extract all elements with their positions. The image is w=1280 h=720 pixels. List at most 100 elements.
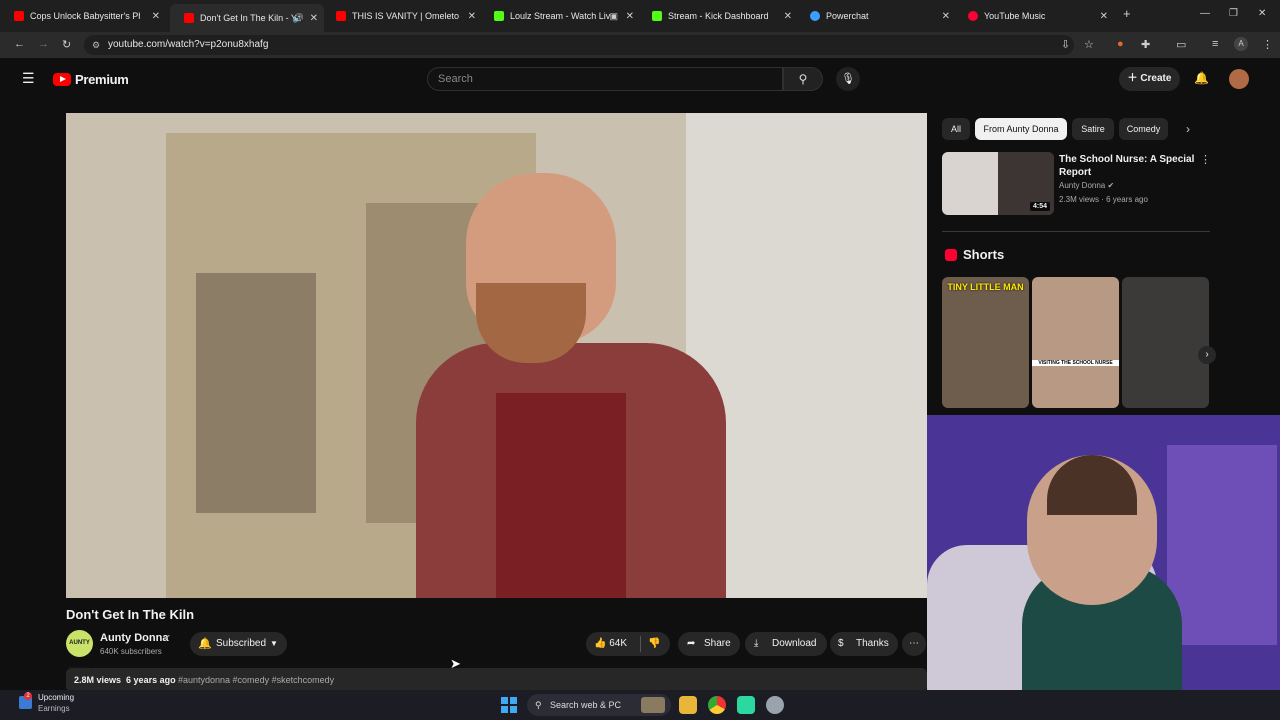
youtube-premium-logo[interactable]: Premium <box>53 72 129 87</box>
audio-playing-icon[interactable]: 🔊 <box>293 13 304 24</box>
create-button[interactable]: ＋ Create <box>1119 67 1180 91</box>
app-icon[interactable] <box>737 696 755 714</box>
recommended-channel[interactable]: Aunty Donna ✔ <box>1059 181 1114 190</box>
like-button[interactable]: 👍 64K <box>594 632 627 656</box>
video-player[interactable] <box>66 113 927 598</box>
hamburger-menu-icon[interactable]: ☰ <box>22 70 35 87</box>
short-card[interactable] <box>1122 277 1209 408</box>
tab-title: Don't Get In The Kiln - YouTube <box>200 13 300 23</box>
taskbar-search-label: Search web & PC <box>550 700 622 710</box>
sidebar-icon[interactable]: ▭ <box>1176 38 1186 51</box>
youtube-favicon-icon <box>336 11 346 21</box>
divider <box>942 231 1210 232</box>
taskbar-search[interactable]: ⚲ Search web & PC <box>527 694 671 716</box>
close-tab-icon[interactable]: ✕ <box>784 11 792 22</box>
site-info-icon[interactable]: ⚙ <box>92 35 100 55</box>
chrome-icon[interactable] <box>708 696 726 714</box>
thanks-label: Thanks <box>856 638 889 649</box>
browser-tab[interactable]: Stream - Kick Dashboard ✕ <box>638 4 798 28</box>
cast-icon: ▣ <box>609 10 618 21</box>
more-horizontal-icon: ⋯ <box>909 638 919 649</box>
bell-icon: 🔔 <box>198 638 212 650</box>
tab-title: Cops Unlock Babysitter's Phone <box>30 11 140 21</box>
more-actions-button[interactable]: ⋯ <box>902 632 926 656</box>
account-avatar[interactable] <box>1229 69 1249 89</box>
short-card[interactable]: VISITING THE SCHOOL NURSE <box>1032 277 1119 408</box>
create-label: Create <box>1140 73 1172 84</box>
extension-icon[interactable]: ● <box>1117 38 1124 50</box>
youtube-favicon-icon <box>184 13 194 23</box>
voice-search-button[interactable]: 🎙 <box>836 67 860 91</box>
address-bar[interactable]: ⚙ youtube.com/watch?v=p2onu8xhafg <box>84 35 1074 55</box>
notifications-bell-icon[interactable]: 🔔 <box>1194 71 1209 85</box>
download-button[interactable]: ⤓ Download <box>745 632 827 656</box>
windows-start-icon[interactable] <box>501 697 517 713</box>
chevron-down-icon: ▼ <box>270 639 278 648</box>
bookmark-star-icon[interactable]: ☆ <box>1084 38 1094 51</box>
video-duration: 4:54 <box>1029 202 1050 211</box>
thumbnail-left-panel <box>942 152 998 215</box>
browser-tab-active[interactable]: Don't Get In The Kiln - YouTube 🔊 ✕ <box>170 4 324 32</box>
extensions-puzzle-icon[interactable]: ✚ <box>1141 38 1150 51</box>
dislike-button[interactable]: 👎 <box>648 632 660 656</box>
browser-tab[interactable]: Cops Unlock Babysitter's Phone ✕ <box>0 4 166 28</box>
browser-tab[interactable]: YouTube Music ✕ <box>954 4 1114 28</box>
reload-icon[interactable]: ↻ <box>62 38 71 51</box>
widget-title[interactable]: Upcoming <box>38 693 74 702</box>
chevron-right-icon[interactable]: › <box>1186 122 1190 136</box>
restore-icon[interactable]: ❐ <box>1229 8 1238 19</box>
thanks-button[interactable]: $ Thanks <box>830 632 898 656</box>
logo-text: Premium <box>75 72 129 87</box>
settings-gear-icon[interactable] <box>766 696 784 714</box>
verified-badge-icon: ✔ <box>1107 181 1115 190</box>
close-tab-icon[interactable]: ✕ <box>468 11 476 22</box>
description-box[interactable]: 2.8M views 6 years ago #auntydonna #come… <box>66 668 927 692</box>
share-button[interactable]: ➦ Share <box>678 632 740 656</box>
video-frame-window <box>196 273 316 513</box>
install-app-icon[interactable]: ⇩ <box>1061 38 1070 51</box>
tab-title: YouTube Music <box>984 11 1046 21</box>
browser-tab[interactable]: THIS IS VANITY | Omeleto - YouTube ✕ <box>322 4 482 28</box>
channel-name[interactable]: Aunty Donna <box>100 632 168 644</box>
browser-menu-icon[interactable]: ⋮ <box>1262 38 1273 51</box>
chip-all[interactable]: All <box>942 118 970 140</box>
browser-tab[interactable]: Loulz Stream - Watch Live on Kick ▣ ✕ <box>480 4 640 28</box>
forward-icon[interactable]: → <box>38 38 49 50</box>
channel-avatar[interactable]: AUNTY DONNA <box>66 630 93 673</box>
shorts-next-button[interactable]: › <box>1198 346 1216 364</box>
chip-from-aunty-donna[interactable]: From Aunty Donna <box>975 118 1067 140</box>
close-window-icon[interactable]: ✕ <box>1258 8 1266 19</box>
chip-comedy[interactable]: Comedy <box>1119 118 1168 140</box>
recommended-title[interactable]: The School Nurse: A Special Report <box>1059 153 1199 179</box>
more-vertical-icon[interactable]: ⋮ <box>1200 153 1211 166</box>
minimize-icon[interactable]: — <box>1200 8 1210 19</box>
view-stats: 2.8M views 6 years ago <box>74 668 176 692</box>
mouse-cursor-icon: ➤ <box>450 656 461 671</box>
close-tab-icon[interactable]: ✕ <box>310 13 318 24</box>
close-tab-icon[interactable]: ✕ <box>152 11 160 22</box>
tab-title: Stream - Kick Dashboard <box>668 11 769 21</box>
widgets-icon[interactable]: 2 <box>19 692 32 709</box>
close-tab-icon[interactable]: ✕ <box>626 11 634 22</box>
downloads-icon[interactable]: ≡ <box>1212 38 1218 50</box>
tab-title: Powerchat <box>826 11 869 21</box>
browser-toolbar: ← → ↻ ⚙ youtube.com/watch?v=p2onu8xhafg … <box>0 32 1280 58</box>
recommended-thumbnail[interactable]: 4:54 <box>942 152 1054 215</box>
shorts-heading: Shorts <box>963 247 1005 262</box>
close-tab-icon[interactable]: ✕ <box>942 11 950 22</box>
short-card[interactable]: TINY LITTLE MAN <box>942 277 1029 408</box>
file-explorer-icon[interactable] <box>679 696 697 714</box>
hashtags[interactable]: #auntydonna #comedy #sketchcomedy <box>178 668 334 692</box>
close-tab-icon[interactable]: ✕ <box>1100 11 1108 22</box>
profile-avatar[interactable]: A <box>1234 37 1248 51</box>
share-icon: ➦ <box>687 638 696 649</box>
search-icon: ⚲ <box>535 700 542 710</box>
search-button[interactable]: ⚲ <box>783 67 823 91</box>
view-count: 2.8M views <box>74 675 122 685</box>
new-tab-button[interactable]: + <box>1123 6 1131 21</box>
back-icon[interactable]: ← <box>14 38 25 50</box>
browser-tab[interactable]: Powerchat ✕ <box>796 4 956 28</box>
chip-satire[interactable]: Satire <box>1072 118 1114 140</box>
subscribed-button[interactable]: 🔔 Subscribed ▼ <box>190 632 287 656</box>
search-input[interactable]: Search <box>427 67 783 91</box>
